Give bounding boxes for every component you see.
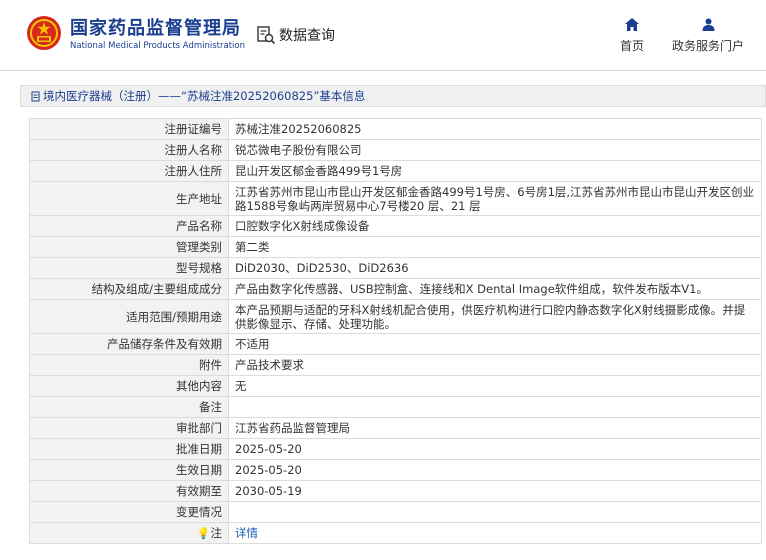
- table-row: 注册人住所 昆山开发区郁金香路499号1号房: [29, 160, 762, 182]
- row-value: 2025-05-20: [228, 459, 762, 481]
- row-value: 锐芯微电子股份有限公司: [228, 139, 762, 161]
- details-link[interactable]: 详情: [235, 526, 258, 540]
- row-value: 无: [228, 375, 762, 397]
- site-title[interactable]: 国家药品监督管理局: [70, 14, 241, 40]
- user-icon: [702, 18, 714, 31]
- row-label: 注册证编号: [29, 118, 229, 140]
- row-value: 本产品预期与适配的牙科X射线机配合使用，供医疗机构进行口腔内静态数字化X射线摄影…: [228, 299, 762, 334]
- note-label: 注: [210, 525, 223, 540]
- note-value-cell: 详情: [228, 522, 762, 544]
- row-label: 管理类别: [29, 236, 229, 258]
- table-row: 适用范围/预期用途 本产品预期与适配的牙科X射线机配合使用，供医疗机构进行口腔内静…: [29, 299, 762, 334]
- row-value: 2030-05-19: [228, 480, 762, 502]
- row-value: 江苏省苏州市昆山市昆山开发区郁金香路499号1号房、6号房1层,江苏省苏州市昆山…: [228, 181, 762, 216]
- nav-service-portal[interactable]: 政务服务门户: [668, 18, 748, 54]
- table-row: 有效期至 2030-05-19: [29, 480, 762, 502]
- row-label: 结构及组成/主要组成成分: [29, 278, 229, 300]
- row-label: 审批部门: [29, 417, 229, 439]
- home-icon: [625, 18, 639, 31]
- table-row: 备注: [29, 396, 762, 418]
- row-value: 2025-05-20: [228, 438, 762, 460]
- row-value: 苏械注准20252060825: [228, 118, 762, 140]
- table-row: 产品名称 口腔数字化X射线成像设备: [29, 215, 762, 237]
- row-value: [228, 396, 762, 418]
- row-value: 产品技术要求: [228, 354, 762, 376]
- data-query-icon: [257, 26, 276, 45]
- row-value: 昆山开发区郁金香路499号1号房: [228, 160, 762, 182]
- row-value: 产品由数字化传感器、USB控制盒、连接线和X Dental Image软件组成，…: [228, 278, 762, 300]
- row-label: 适用范围/预期用途: [29, 299, 229, 334]
- table-row: 审批部门 江苏省药品监督管理局: [29, 417, 762, 439]
- table-row: 批准日期 2025-05-20: [29, 438, 762, 460]
- table-row: 变更情况: [29, 501, 762, 523]
- row-label: 批准日期: [29, 438, 229, 460]
- nav-home[interactable]: 首页: [616, 18, 648, 54]
- row-label: 型号规格: [29, 257, 229, 279]
- site-subtitle: National Medical Products Administration: [70, 41, 245, 51]
- row-value: DiD2030、DiD2530、DiD2636: [228, 257, 762, 279]
- row-label: 生产地址: [29, 181, 229, 216]
- row-label: 注册人名称: [29, 139, 229, 161]
- data-query-link[interactable]: 数据查询: [256, 25, 335, 45]
- row-value: 第二类: [228, 236, 762, 258]
- row-value: 不适用: [228, 333, 762, 355]
- table-row: 型号规格 DiD2030、DiD2530、DiD2636: [29, 257, 762, 279]
- nav-service-label: 政务服务门户: [671, 39, 744, 53]
- table-row: 结构及组成/主要组成成分 产品由数字化传感器、USB控制盒、连接线和X Denta…: [29, 278, 762, 300]
- row-value: 江苏省药品监督管理局: [228, 417, 762, 439]
- table-row: 生效日期 2025-05-20: [29, 459, 762, 481]
- nav-home-label: 首页: [619, 39, 644, 53]
- table-row: 💡注 详情: [29, 522, 762, 544]
- row-label: 产品名称: [29, 215, 229, 237]
- row-label: 附件: [29, 354, 229, 376]
- table-row: 附件 产品技术要求: [29, 354, 762, 376]
- lightbulb-icon: 💡: [196, 526, 211, 540]
- row-label: 备注: [29, 396, 229, 418]
- table-row: 其他内容无: [29, 375, 762, 397]
- row-label: 变更情况: [29, 501, 229, 523]
- row-label: 注册人住所: [29, 160, 229, 182]
- row-value: [228, 501, 762, 523]
- table-row: 产品储存条件及有效期 不适用: [29, 333, 762, 355]
- site-header: 国家药品监督管理局 National Medical Products Admi…: [0, 0, 766, 71]
- table-row: 注册证编号 苏械注准20252060825: [29, 118, 762, 140]
- table-row: 生产地址 江苏省苏州市昆山市昆山开发区郁金香路499号1号房、6号房1层,江苏省苏…: [29, 181, 762, 216]
- row-label: 生效日期: [29, 459, 229, 481]
- breadcrumb: 境内医疗器械（注册）——“苏械注准20252060825”基本信息: [20, 85, 766, 107]
- breadcrumb-text: 境内医疗器械（注册）——“苏械注准20252060825”基本信息: [43, 89, 366, 103]
- row-value: 口腔数字化X射线成像设备: [228, 215, 762, 237]
- national-emblem-icon[interactable]: [26, 15, 62, 51]
- detail-table: 注册证编号 苏械注准20252060825 注册人名称 锐芯微电子股份有限公司 注册…: [29, 118, 762, 544]
- row-label: 产品储存条件及有效期: [29, 333, 229, 355]
- data-query-label: 数据查询: [279, 28, 335, 44]
- document-icon: [31, 91, 40, 101]
- row-label: 有效期至: [29, 480, 229, 502]
- table-row: 注册人名称 锐芯微电子股份有限公司: [29, 139, 762, 161]
- row-label: 其他内容: [29, 375, 229, 397]
- note-label-cell: 💡注: [29, 522, 229, 544]
- table-row: 管理类别 第二类: [29, 236, 762, 258]
